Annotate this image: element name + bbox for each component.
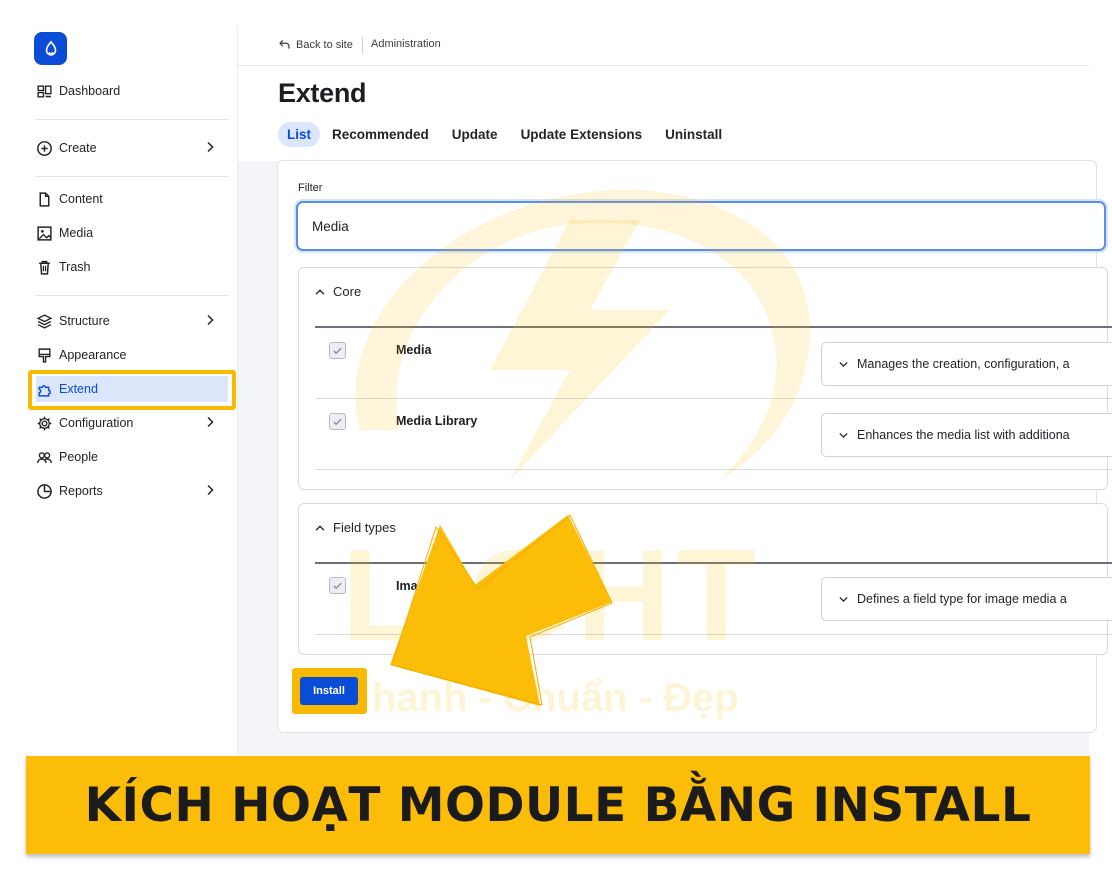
chevron-right-icon[interactable] — [202, 139, 218, 155]
tab-update[interactable]: Update — [441, 122, 509, 147]
main-content: Back to site Administration Extend List … — [238, 26, 1112, 756]
chevron-right-icon[interactable] — [202, 482, 218, 498]
module-description-toggle-media-library[interactable]: Enhances the media list with additiona — [821, 413, 1112, 457]
sidebar-item-label: Extend — [59, 382, 98, 396]
layers-icon — [36, 313, 53, 329]
module-description: Manages the creation, configuration, a — [857, 357, 1070, 371]
caption-banner: KÍCH HOẠT MODULE BẰNG INSTALL — [26, 756, 1090, 854]
sidebar: Dashboard Create Content Media Trash Str… — [26, 26, 238, 756]
sidebar-item-configuration[interactable]: Configuration — [36, 410, 228, 436]
sidebar-divider — [36, 119, 228, 120]
sidebar-item-label: Structure — [59, 314, 110, 328]
trash-icon — [39, 260, 50, 275]
checkmark-icon — [333, 347, 342, 355]
row-rule — [315, 398, 1112, 399]
sidebar-divider — [36, 176, 228, 177]
gear-icon — [37, 416, 52, 430]
sidebar-item-label: Create — [59, 141, 97, 155]
group-header-rule — [315, 326, 1112, 328]
module-description: Enhances the media list with additiona — [857, 428, 1070, 442]
group-toggle-core[interactable]: Core — [313, 284, 361, 299]
chart-icon — [37, 483, 52, 499]
group-title: Core — [333, 284, 362, 299]
image-icon — [37, 225, 52, 241]
page-title: Extend — [278, 78, 367, 108]
sidebar-item-people[interactable]: People — [36, 444, 228, 470]
sidebar-item-label: Reports — [59, 484, 103, 498]
dashboard-icon — [37, 84, 52, 98]
module-description-toggle-image[interactable]: Defines a field type for image media a — [821, 577, 1112, 621]
breadcrumb-separator — [362, 37, 363, 54]
sidebar-divider — [36, 295, 228, 296]
back-to-site-link[interactable]: Back to site — [278, 38, 353, 51]
sidebar-item-label: Media — [59, 226, 94, 240]
sidebar-item-label: People — [59, 450, 98, 464]
checkmark-icon — [333, 418, 342, 426]
sidebar-item-label: Appearance — [59, 348, 127, 362]
chevron-down-icon — [839, 361, 848, 367]
tab-bar: List Recommended Update Update Extension… — [278, 122, 734, 147]
sidebar-item-label: Content — [59, 192, 103, 206]
tab-recommended[interactable]: Recommended — [321, 122, 440, 147]
tab-update-extensions[interactable]: Update Extensions — [510, 122, 654, 147]
caption-text: KÍCH HOẠT MODULE BẰNG INSTALL — [84, 777, 1032, 833]
chevron-down-icon — [839, 432, 848, 438]
sidebar-item-label: Trash — [59, 260, 91, 274]
chevron-down-icon — [839, 596, 848, 602]
checkmark-icon — [333, 582, 342, 590]
module-checkbox-image[interactable] — [329, 577, 346, 594]
row-rule — [315, 469, 1112, 470]
puzzle-icon — [38, 384, 51, 397]
breadcrumb[interactable]: Administration — [371, 38, 441, 50]
module-description-toggle-media[interactable]: Manages the creation, configuration, a — [821, 342, 1112, 386]
tab-list[interactable]: List — [278, 122, 321, 147]
filter-input[interactable] — [296, 201, 1106, 251]
sidebar-item-label: Dashboard — [59, 84, 121, 98]
sidebar-item-extend[interactable]: Extend — [36, 376, 228, 402]
people-icon — [36, 451, 53, 463]
filter-label: Filter — [298, 182, 323, 194]
chevron-right-icon[interactable] — [202, 312, 218, 328]
sidebar-item-content[interactable]: Content — [36, 186, 228, 212]
annotation-arrow-icon — [390, 514, 613, 706]
plus-circle-icon — [37, 140, 52, 156]
module-group-core: Core Media Manages the creation, configu… — [298, 267, 1112, 490]
install-highlight-frame: Install — [292, 668, 367, 714]
sidebar-item-structure[interactable]: Structure — [36, 308, 228, 334]
sidebar-item-media[interactable]: Media — [36, 220, 228, 246]
back-to-site-label: Back to site — [296, 38, 353, 51]
sidebar-item-create[interactable]: Create — [36, 135, 228, 161]
install-button[interactable]: Install — [300, 677, 358, 705]
module-name-media-library: Media Library — [396, 414, 478, 428]
document-icon — [39, 191, 50, 207]
brush-icon — [38, 347, 51, 363]
chevron-up-icon — [315, 524, 325, 531]
drupal-logo-icon[interactable] — [34, 32, 67, 65]
sidebar-item-trash[interactable]: Trash — [36, 254, 228, 280]
tab-uninstall[interactable]: Uninstall — [654, 122, 733, 147]
sidebar-item-appearance[interactable]: Appearance — [36, 342, 228, 368]
module-checkbox-media[interactable] — [329, 342, 346, 359]
module-checkbox-media-library[interactable] — [329, 413, 346, 430]
chevron-up-icon — [315, 288, 325, 295]
back-arrow-icon — [279, 40, 290, 49]
sidebar-item-dashboard[interactable]: Dashboard — [36, 78, 228, 104]
topbar: Back to site Administration — [238, 26, 1089, 66]
module-description: Defines a field type for image media a — [857, 592, 1067, 606]
chevron-right-icon[interactable] — [202, 414, 218, 430]
sidebar-item-label: Configuration — [59, 416, 134, 430]
sidebar-item-reports[interactable]: Reports — [36, 478, 228, 504]
module-name-media: Media — [396, 343, 432, 357]
